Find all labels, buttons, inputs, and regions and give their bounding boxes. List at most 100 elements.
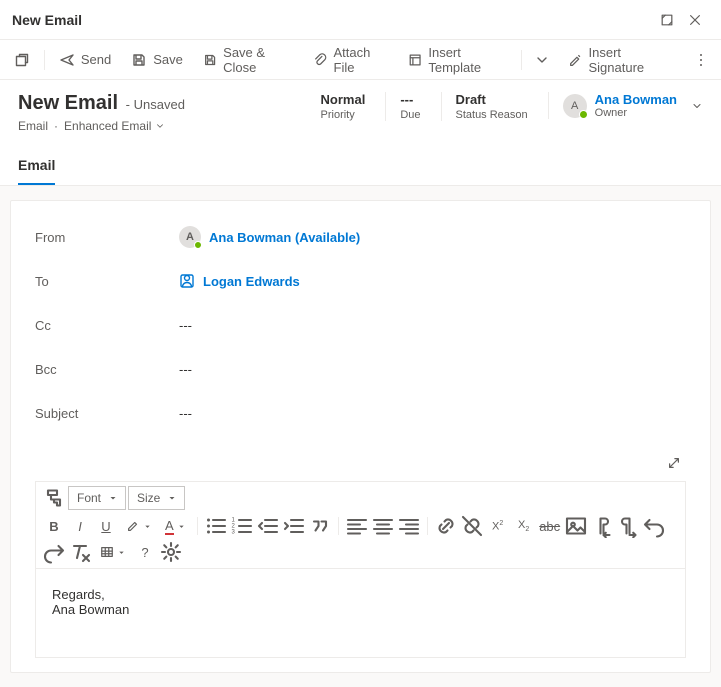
avatar-initial: A (571, 100, 578, 112)
personalize-button[interactable] (159, 540, 183, 564)
rtl-button[interactable] (616, 514, 640, 538)
format-painter-button[interactable] (42, 486, 66, 510)
form-selector-label: Enhanced Email (64, 119, 151, 133)
attach-label: Attach File (334, 45, 389, 75)
strikethrough-button[interactable]: abc (538, 514, 562, 538)
insert-template-label: Insert Template (428, 45, 507, 75)
open-record-button[interactable] (6, 44, 38, 76)
to-label: To (35, 274, 179, 289)
insert-template-more-button[interactable] (528, 44, 556, 76)
align-left-button[interactable] (345, 514, 369, 538)
overflow-menu-button[interactable] (686, 44, 715, 76)
save-label: Save (153, 52, 183, 67)
subject-row: Subject --- (35, 391, 686, 435)
status-cell[interactable]: Draft Status Reason (441, 92, 528, 121)
to-row: To Logan Edwards (35, 259, 686, 303)
clear-format-button[interactable] (68, 540, 92, 564)
to-name: Logan Edwards (203, 274, 300, 289)
unlink-button[interactable] (460, 514, 484, 538)
popout-icon[interactable] (653, 6, 681, 34)
owner-cell[interactable]: A Ana Bowman Owner (548, 92, 703, 119)
email-body-input[interactable]: Regards, Ana Bowman (36, 569, 685, 657)
priority-value: Normal (321, 92, 366, 107)
from-row: From A Ana Bowman (Available) (35, 215, 686, 259)
due-value: --- (400, 92, 420, 107)
superscript-button[interactable]: X2 (486, 514, 510, 538)
from-label: From (35, 230, 179, 245)
cc-row: Cc --- (35, 303, 686, 347)
priority-label: Priority (321, 109, 366, 121)
bold-button[interactable]: B (42, 514, 66, 538)
avatar-initial: A (186, 231, 194, 243)
insert-template-button[interactable]: Insert Template (400, 44, 515, 76)
avatar: A (563, 94, 587, 118)
undo-button[interactable] (642, 514, 666, 538)
font-size-label: Size (137, 491, 160, 505)
contact-icon (179, 273, 195, 289)
insert-signature-button[interactable]: Insert Signature (560, 44, 678, 76)
align-right-button[interactable] (397, 514, 421, 538)
separator (338, 517, 339, 535)
separator (427, 517, 428, 535)
link-button[interactable] (434, 514, 458, 538)
blockquote-button[interactable] (308, 514, 332, 538)
tab-email[interactable]: Email (18, 147, 55, 185)
bcc-row: Bcc --- (35, 347, 686, 391)
ltr-button[interactable] (590, 514, 614, 538)
title-bar: New Email (0, 0, 721, 40)
save-close-button[interactable]: Save & Close (195, 44, 301, 76)
status-value: Draft (456, 92, 528, 107)
subject-label: Subject (35, 406, 179, 421)
font-size-dropdown[interactable]: Size (128, 486, 185, 510)
command-bar: Send Save Save & Close Attach File Inser… (0, 40, 721, 80)
bullet-list-button[interactable] (204, 514, 228, 538)
bcc-value[interactable]: --- (179, 362, 686, 377)
send-button[interactable]: Send (51, 44, 119, 76)
close-icon[interactable] (681, 6, 709, 34)
outdent-button[interactable] (256, 514, 280, 538)
svg-text:3: 3 (231, 530, 235, 536)
entity-label: Email (18, 119, 48, 133)
form-selector[interactable]: Enhanced Email (64, 119, 165, 133)
attach-file-button[interactable]: Attach File (305, 44, 396, 76)
rich-text-editor: Font Size B I U A 123 (35, 481, 686, 658)
font-family-label: Font (77, 491, 101, 505)
window-title: New Email (12, 12, 653, 28)
cc-value[interactable]: --- (179, 318, 686, 333)
highlight-button[interactable] (120, 514, 157, 538)
separator (44, 50, 45, 70)
subject-value[interactable]: --- (179, 406, 686, 421)
save-close-label: Save & Close (223, 45, 293, 75)
owner-label: Owner (595, 107, 677, 119)
tab-strip: Email (0, 147, 721, 186)
insert-image-button[interactable] (564, 514, 588, 538)
due-cell[interactable]: --- Due (385, 92, 420, 121)
align-center-button[interactable] (371, 514, 395, 538)
to-value[interactable]: Logan Edwards (179, 273, 686, 289)
header-meta: Normal Priority --- Due Draft Status Rea… (321, 92, 703, 121)
accessibility-help-button[interactable]: ? (133, 540, 157, 564)
font-family-dropdown[interactable]: Font (68, 486, 126, 510)
owner-name: Ana Bowman (595, 92, 677, 107)
priority-cell[interactable]: Normal Priority (321, 92, 366, 121)
form-stage: From A Ana Bowman (Available) To Logan E… (0, 186, 721, 687)
due-label: Due (400, 109, 420, 121)
chevron-down-icon (155, 121, 165, 131)
expand-editor-button[interactable] (662, 451, 686, 475)
form-header: New Email - Unsaved Email Enhanced Email… (0, 80, 721, 139)
redo-button[interactable] (42, 540, 66, 564)
table-button[interactable] (94, 540, 131, 564)
separator (197, 517, 198, 535)
subscript-button[interactable]: X2 (512, 514, 536, 538)
indent-button[interactable] (282, 514, 306, 538)
status-label: Status Reason (456, 109, 528, 121)
presence-dot (194, 241, 202, 249)
from-value[interactable]: A Ana Bowman (Available) (179, 226, 686, 248)
font-color-button[interactable]: A (159, 514, 191, 538)
italic-button[interactable]: I (68, 514, 92, 538)
rte-toolbar: Font Size B I U A 123 (36, 482, 685, 569)
underline-button[interactable]: U (94, 514, 118, 538)
separator-dot (54, 119, 58, 133)
save-button[interactable]: Save (123, 44, 191, 76)
number-list-button[interactable]: 123 (230, 514, 254, 538)
